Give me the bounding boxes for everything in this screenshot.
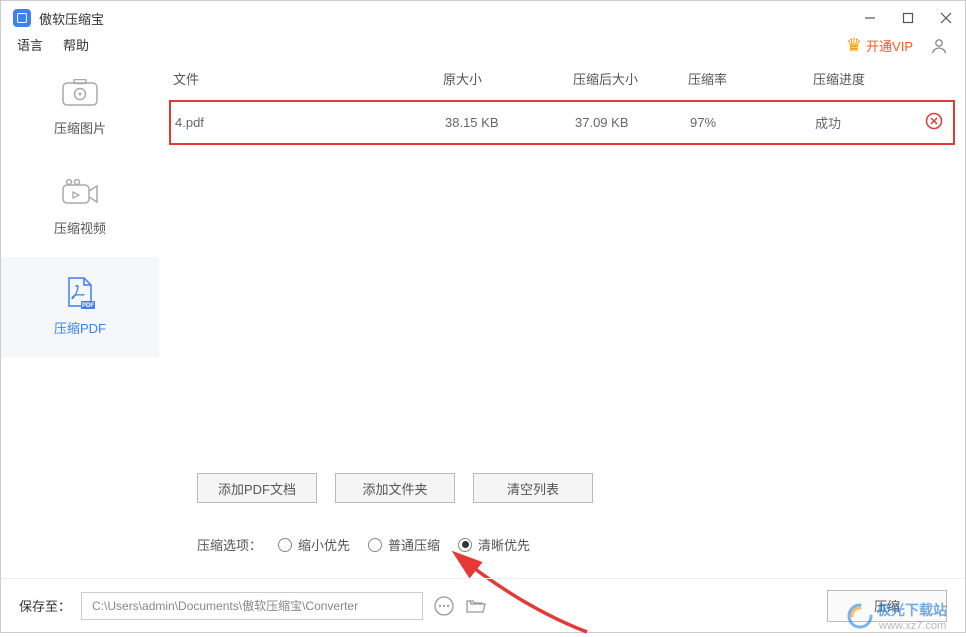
cell-rate: 97%	[690, 115, 815, 130]
svg-text:PDF: PDF	[82, 303, 94, 309]
sidebar: 压缩图片 压缩视频 PDF 压缩PDF	[1, 57, 159, 578]
save-to-label: 保存至：	[19, 596, 71, 615]
footer: 保存至： 压缩	[1, 578, 965, 632]
more-options-icon[interactable]	[433, 595, 455, 617]
vip-area: ♛ 开通VIP	[846, 35, 949, 56]
table-header: 文件 原大小 压缩后大小 压缩率 压缩进度	[159, 57, 965, 100]
add-folder-button[interactable]: 添加文件夹	[335, 473, 455, 503]
table-body: 4.pdf 38.15 KB 37.09 KB 97% 成功	[159, 100, 965, 449]
header-orig: 原大小	[443, 69, 573, 88]
table-row[interactable]: 4.pdf 38.15 KB 37.09 KB 97% 成功	[169, 100, 955, 145]
radio-label: 缩小优先	[298, 535, 350, 554]
sidebar-item-video[interactable]: 压缩视频	[1, 157, 159, 257]
save-path-input[interactable]	[81, 592, 423, 620]
close-button[interactable]	[939, 11, 953, 25]
radio-label: 清晰优先	[478, 535, 530, 554]
header-prog: 压缩进度	[813, 69, 923, 88]
vip-label: 开通VIP	[866, 36, 913, 55]
options-row: 压缩选项： 缩小优先 普通压缩 清晰优先	[197, 535, 945, 554]
app-icon	[13, 9, 31, 27]
sidebar-item-image[interactable]: 压缩图片	[1, 57, 159, 157]
sidebar-item-pdf[interactable]: PDF 压缩PDF	[1, 257, 159, 357]
menu-help[interactable]: 帮助	[63, 35, 89, 54]
radio-icon	[458, 538, 472, 552]
video-icon	[61, 178, 99, 208]
app-title: 傲软压缩宝	[39, 9, 104, 28]
crown-icon: ♛	[846, 35, 862, 56]
compress-button[interactable]: 压缩	[827, 590, 947, 622]
cell-orig: 38.15 KB	[445, 115, 575, 130]
radio-clarity-first[interactable]: 清晰优先	[458, 535, 530, 554]
clear-list-button[interactable]: 清空列表	[473, 473, 593, 503]
controls-area: 添加PDF文档 添加文件夹 清空列表 压缩选项： 缩小优先 普通压缩	[159, 449, 965, 578]
button-row: 添加PDF文档 添加文件夹 清空列表	[197, 473, 945, 503]
menu-bar: 语言 帮助 ♛ 开通VIP	[1, 35, 965, 57]
vip-button[interactable]: ♛ 开通VIP	[846, 35, 913, 56]
cell-prog: 成功	[815, 113, 925, 132]
main-panel: 文件 原大小 压缩后大小 压缩率 压缩进度 4.pdf 38.15 KB 37.…	[159, 57, 965, 578]
minimize-button[interactable]	[863, 11, 877, 25]
delete-row-icon[interactable]	[925, 112, 943, 130]
radio-normal[interactable]: 普通压缩	[368, 535, 440, 554]
open-folder-icon[interactable]	[465, 595, 487, 617]
header-comp: 压缩后大小	[573, 69, 688, 88]
window-controls	[863, 11, 953, 25]
cell-action	[925, 112, 943, 133]
sidebar-label: 压缩PDF	[54, 318, 106, 337]
title-bar: 傲软压缩宝	[1, 1, 965, 35]
radio-group: 缩小优先 普通压缩 清晰优先	[278, 535, 530, 554]
sidebar-label: 压缩视频	[54, 218, 106, 237]
user-icon[interactable]	[929, 36, 949, 56]
radio-icon	[368, 538, 382, 552]
radio-label: 普通压缩	[388, 535, 440, 554]
cell-file: 4.pdf	[175, 115, 445, 130]
add-pdf-button[interactable]: 添加PDF文档	[197, 473, 317, 503]
body-area: 压缩图片 压缩视频 PDF 压缩PDF 文件 原大小 压缩后大小 压缩率 压缩进…	[1, 57, 965, 578]
header-file: 文件	[173, 69, 443, 88]
camera-icon	[61, 78, 99, 108]
menu-language[interactable]: 语言	[17, 35, 43, 54]
radio-shrink-first[interactable]: 缩小优先	[278, 535, 350, 554]
sidebar-label: 压缩图片	[54, 118, 106, 137]
header-rate: 压缩率	[688, 69, 813, 88]
pdf-icon: PDF	[61, 278, 99, 308]
options-label: 压缩选项：	[197, 535, 262, 554]
maximize-button[interactable]	[901, 11, 915, 25]
radio-icon	[278, 538, 292, 552]
cell-comp: 37.09 KB	[575, 115, 690, 130]
